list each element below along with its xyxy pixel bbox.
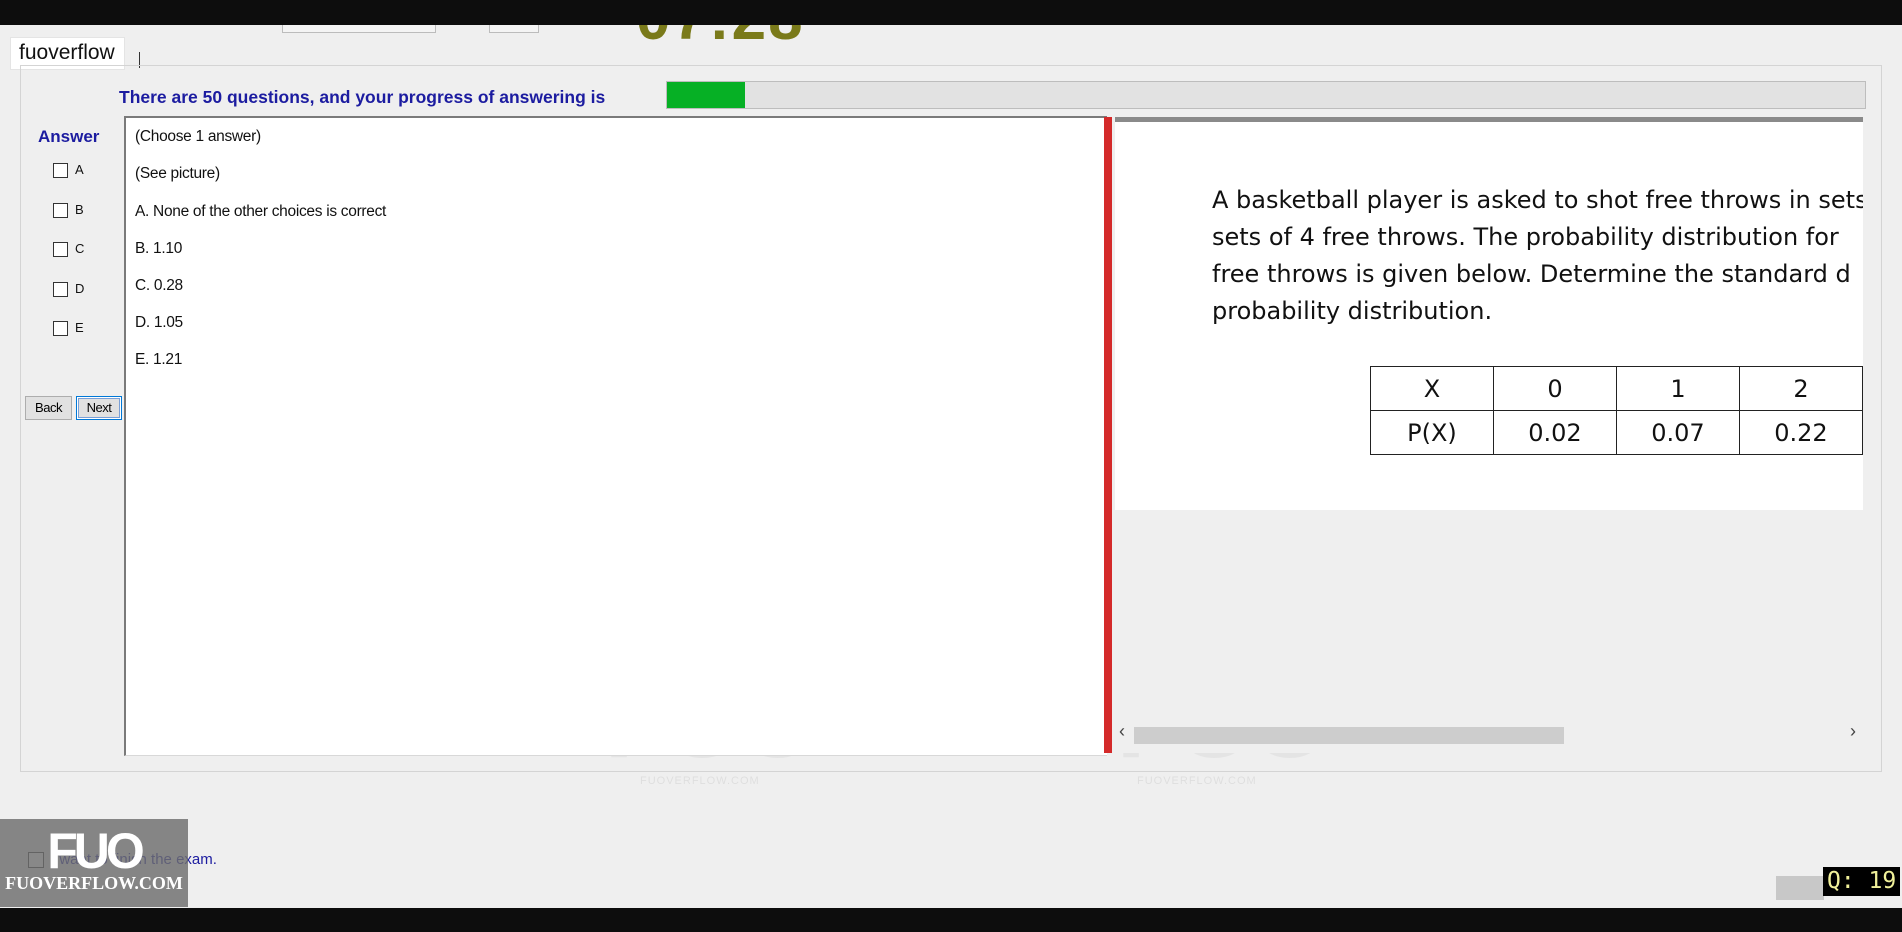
table-cell: 2: [1738, 366, 1863, 411]
progress-bar: [666, 81, 1866, 109]
choice-e-checkbox[interactable]: E: [53, 320, 84, 337]
question-number-badge: Q: 19: [1823, 867, 1901, 896]
progress-fill: [667, 82, 745, 108]
picture-question-text: A basketball player is asked to shot fre…: [1212, 182, 1863, 330]
choice-label: D: [75, 281, 85, 296]
top-small-field[interactable]: [489, 25, 539, 33]
answer-title: Answer: [38, 127, 100, 146]
scroll-right-icon[interactable]: ›: [1850, 721, 1856, 742]
picture-text-line: A basketball player is asked to shot fre…: [1212, 186, 1863, 214]
choice-label: E: [75, 320, 84, 335]
table-cell: 0.07: [1615, 410, 1740, 455]
scroll-left-icon[interactable]: ‹: [1119, 721, 1125, 742]
back-button[interactable]: Back: [25, 396, 72, 420]
table-cell: P(X): [1370, 410, 1494, 455]
top-combo-box[interactable]: [282, 25, 436, 33]
question-line: E. 1.21: [135, 351, 183, 368]
choice-b-checkbox[interactable]: B: [53, 202, 84, 219]
countdown-timer: 07:28: [636, 25, 805, 54]
table-row: P(X) 0.02 0.07 0.22: [1370, 410, 1863, 455]
table-cell: 0: [1492, 366, 1617, 411]
picture-text-line: free throws is given below. Determine th…: [1212, 260, 1851, 288]
question-line: C. 0.28: [135, 277, 183, 294]
question-picture-pane: A basketball player is asked to shot fre…: [1115, 117, 1863, 753]
horizontal-scrollbar[interactable]: ‹ ›: [1115, 721, 1863, 744]
choice-c-checkbox[interactable]: C: [53, 241, 85, 258]
probability-table: X 0 1 2 P(X) 0.02 0.07 0.22: [1370, 366, 1863, 455]
question-line: D. 1.05: [135, 314, 183, 331]
pane-splitter[interactable]: [1104, 117, 1112, 753]
choice-label: A: [75, 162, 84, 177]
watermark-sub: FUOVERFLOW.COM: [640, 775, 760, 787]
question-text-box: (Choose 1 answer) (See picture) A. None …: [124, 116, 1107, 756]
table-cell: 1: [1615, 366, 1740, 411]
picture-text-line: sets of 4 free throws. The probability d…: [1212, 223, 1839, 251]
logo-mark: FUO: [47, 823, 145, 879]
checkbox-icon[interactable]: [53, 203, 68, 219]
fuoverflow-logo: FUO FUOVERFLOW.COM: [0, 819, 188, 907]
next-button[interactable]: Next: [76, 396, 122, 420]
scrollbar-thumb[interactable]: [1134, 727, 1564, 744]
table-row: X 0 1 2: [1370, 366, 1863, 411]
table-cell: 0.22: [1738, 410, 1863, 455]
choice-a-checkbox[interactable]: A: [53, 162, 84, 179]
status-box: [1776, 876, 1824, 900]
logo-text: FUOVERFLOW.COM: [5, 873, 183, 893]
picture-text-line: probability distribution.: [1212, 297, 1493, 325]
question-line: (Choose 1 answer): [135, 128, 261, 145]
table-cell: X: [1370, 366, 1494, 411]
choice-label: B: [75, 202, 84, 217]
question-line: (See picture): [135, 165, 220, 182]
checkbox-icon[interactable]: [53, 282, 68, 298]
checkbox-icon[interactable]: [53, 242, 68, 258]
choice-d-checkbox[interactable]: D: [53, 281, 85, 298]
watermark-sub: FUOVERFLOW.COM: [1137, 775, 1257, 787]
progress-label: There are 50 questions, and your progres…: [119, 87, 606, 107]
question-line: A. None of the other choices is correct: [135, 203, 387, 220]
choice-label: C: [75, 241, 85, 256]
table-cell: 0.02: [1492, 410, 1617, 455]
checkbox-icon[interactable]: [53, 163, 68, 179]
exam-window: 07:28 fuoverflow FUO FUOVERFLOW.COM FUO …: [0, 25, 1902, 908]
question-picture: A basketball player is asked to shot fre…: [1115, 117, 1863, 510]
checkbox-icon[interactable]: [53, 321, 68, 337]
question-line: B. 1.10: [135, 240, 183, 257]
